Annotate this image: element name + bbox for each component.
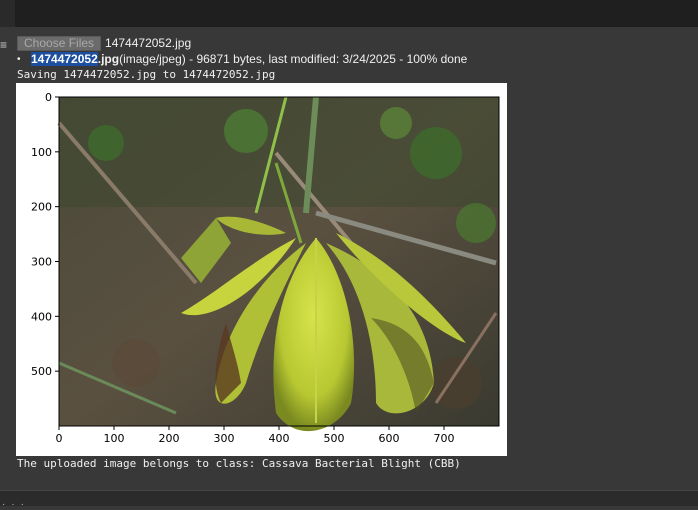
- x-tick-label: 600: [379, 432, 400, 445]
- y-tick-label: 300: [31, 256, 52, 269]
- x-tick-label: 500: [324, 432, 345, 445]
- file-name-highlighted: 1474472052: [31, 52, 98, 66]
- file-extension: .jpg: [97, 52, 120, 66]
- uploaded-file-list: • 1474472052 .jpg (image/jpeg) - 96871 b…: [17, 52, 467, 66]
- file-upload-row: Choose Files 1474472052.jpg: [17, 35, 191, 51]
- file-details: (image/jpeg) - 96871 bytes, last modifie…: [119, 52, 468, 66]
- x-axis: 0 100 200 300 400 500 600 700: [56, 426, 455, 445]
- bottom-cell-divider: ···: [0, 490, 698, 510]
- choose-files-button[interactable]: Choose Files: [17, 35, 102, 51]
- y-tick-label: 200: [31, 201, 52, 214]
- y-tick-label: 100: [31, 146, 52, 159]
- x-tick-label: 400: [269, 432, 290, 445]
- x-tick-label: 0: [56, 432, 63, 445]
- output-menu-icon[interactable]: ≡: [0, 37, 10, 53]
- saving-message: Saving 1474472052.jpg to 1474472052.jpg: [17, 68, 276, 81]
- bullet-icon: •: [17, 53, 21, 65]
- y-tick-label: 0: [45, 91, 52, 104]
- y-tick-label: 500: [31, 365, 52, 378]
- x-tick-label: 200: [159, 432, 180, 445]
- figure-canvas: 0 100 200 300 400 500 0 100 200 300 400 500 600 700: [31, 91, 500, 445]
- cell-output: ≡ Choose Files 1474472052.jpg • 14744720…: [0, 27, 698, 490]
- x-tick-label: 700: [434, 432, 455, 445]
- y-tick-label: 400: [31, 310, 52, 323]
- list-item: • 1474472052 .jpg (image/jpeg) - 96871 b…: [17, 52, 467, 66]
- x-tick-label: 300: [214, 432, 235, 445]
- matplotlib-figure: 0 100 200 300 400 500 0 100 200 300 400 500 600 700: [16, 83, 507, 456]
- top-bar: [0, 0, 698, 27]
- classification-result: The uploaded image belongs to class: Cas…: [17, 457, 461, 470]
- y-axis: 0 100 200 300 400 500: [31, 91, 59, 378]
- plant-photo: [57, 96, 499, 432]
- selected-file-name: 1474472052.jpg: [105, 36, 192, 50]
- x-tick-label: 100: [104, 432, 125, 445]
- top-bar-gutter: [0, 0, 15, 27]
